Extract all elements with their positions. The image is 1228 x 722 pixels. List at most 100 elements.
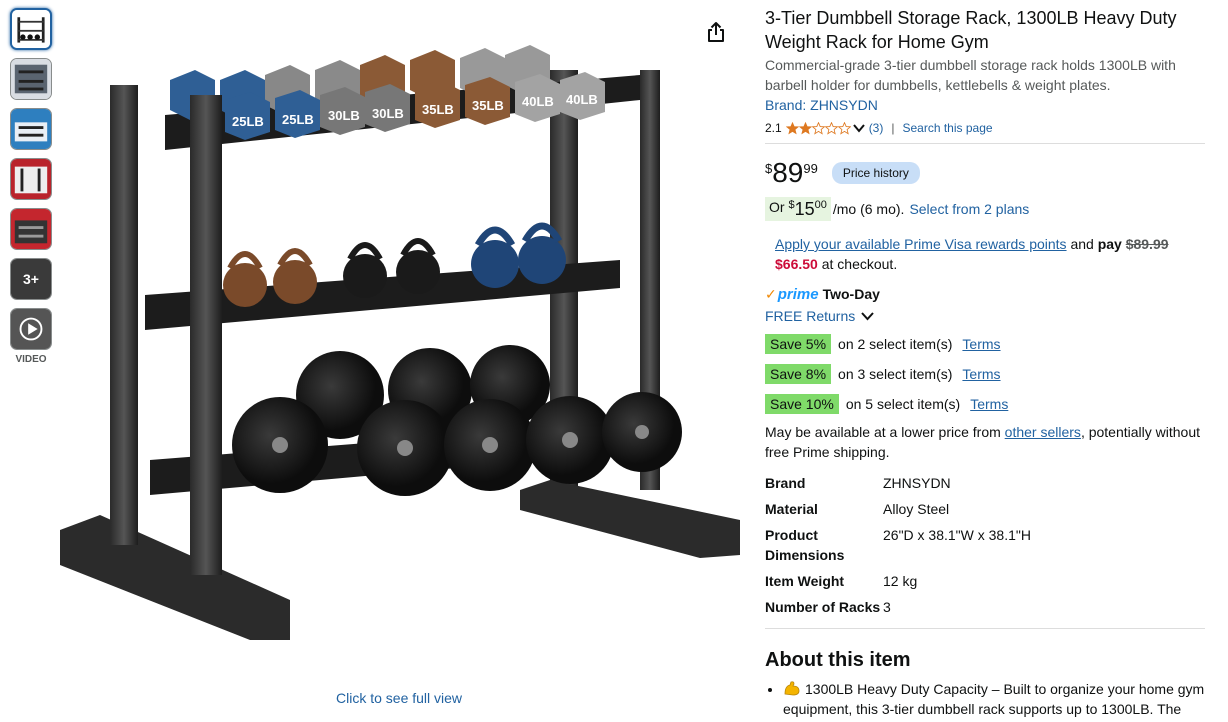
save-badge: Save 8% (765, 364, 832, 384)
dumbbell-label: 35LB (472, 98, 504, 113)
thumbnail-3[interactable] (10, 108, 52, 150)
star-empty-icon (837, 121, 851, 135)
thumbnail-strip: 3+ VIDEO (10, 8, 54, 365)
spec-key: Material (765, 501, 818, 517)
chevron-down-icon (852, 124, 865, 133)
rack-image-icon (11, 209, 51, 249)
save-badge: Save 10% (765, 394, 839, 414)
savings-offer: Save 8% on 3 select item(s) Terms (765, 362, 1205, 386)
divider (765, 143, 1205, 144)
visa-new-price: $66.50 (775, 256, 818, 272)
about-list: 1300LB Heavy Duty Capacity – Built to or… (765, 679, 1205, 722)
prime-logo: ✓ prime (765, 286, 819, 303)
spec-key: Brand (765, 475, 806, 491)
dumbbell-label: 40LB (566, 92, 598, 107)
separator: | (891, 121, 895, 135)
spec-value: 26"D x 38.1"W x 38.1"H (883, 527, 1031, 543)
spec-table: Brand ZHNSYDN Material Alloy Steel Product… (765, 470, 1031, 620)
price-fraction: 99 (803, 161, 818, 176)
rating-stars[interactable] (785, 121, 869, 135)
save-text: on 2 select item(s) (838, 336, 953, 352)
rating-value: 2.1 (765, 121, 782, 135)
free-returns-link[interactable]: FREE Returns (765, 308, 855, 324)
thumbnail-5[interactable] (10, 208, 52, 250)
monthly-fraction: 00 (814, 199, 827, 211)
monthly-price: Or $15 00 (765, 197, 831, 221)
monthly-suffix: /mo (6 mo). (832, 201, 905, 217)
product-title: 3-Tier Dumbbell Storage Rack, 1300LB Hea… (765, 8, 1177, 52)
star-empty-icon (811, 121, 825, 135)
spec-row: Product Dimensions 26"D x 38.1"W x 38.1"H (765, 522, 1031, 568)
other-sellers-link[interactable]: other sellers (1005, 424, 1081, 440)
spec-value: 3 (883, 599, 891, 615)
rating-count-link[interactable]: (3) (869, 121, 884, 135)
product-subtitle: Commercial-grade 3-tier dumbbell storage… (765, 57, 1176, 93)
price-symbol: $ (765, 161, 773, 176)
rack-image-icon (11, 59, 51, 99)
brand-link[interactable]: Brand: ZHNSYDN (765, 95, 1205, 115)
lower-price-note: May be available at a lower price from o… (765, 422, 1205, 462)
spec-key: Number of Racks (765, 599, 881, 615)
two-day-label: Two-Day (822, 286, 880, 302)
prime-word: prime (777, 285, 819, 303)
more-images-count: 3+ (23, 271, 39, 287)
spec-key: Product Dimensions (765, 527, 845, 563)
terms-link[interactable]: Terms (962, 336, 1000, 352)
lower-price-before: May be available at a lower price from (765, 424, 1001, 440)
select-plans-link[interactable]: Select from 2 plans (909, 201, 1029, 217)
chevron-down-icon (861, 312, 874, 321)
spec-value: Alloy Steel (883, 501, 950, 517)
prime-visa-link[interactable]: Apply your available Prime Visa rewards … (775, 236, 1067, 252)
thumbnail-more[interactable]: 3+ (10, 258, 52, 300)
prime-delivery: ✓ prime Two-Day (765, 284, 1205, 304)
save-text: on 3 select item(s) (838, 366, 953, 382)
terms-link[interactable]: Terms (962, 366, 1000, 382)
price-whole: 89 (772, 157, 804, 188)
star-full-icon (798, 121, 812, 134)
visa-and: and (1070, 236, 1094, 252)
visa-pay: pay (1097, 236, 1122, 252)
spec-row: Material Alloy Steel (765, 496, 1031, 522)
monthly-whole: 15 (794, 199, 815, 219)
terms-link[interactable]: Terms (970, 396, 1008, 412)
divider (765, 628, 1205, 629)
dumbbell-label: 35LB (422, 102, 454, 117)
visa-old-price: $89.99 (1125, 236, 1169, 252)
dumbbell-label: 25LB (232, 114, 264, 129)
dumbbell-label: 40LB (522, 94, 554, 109)
prime-check-icon: ✓ (765, 285, 777, 302)
spec-row: Number of Racks 3 (765, 594, 1031, 620)
video-label: VIDEO (15, 354, 47, 365)
main-product-image[interactable]: 25LB 25LB 30LB 30LB 35LB 35LB 40LB 40LB (60, 40, 740, 650)
monthly-payment-row: Or $15 00 /mo (6 mo). Select from 2 plans (765, 196, 1205, 222)
thumbnail-video[interactable] (10, 308, 52, 350)
about-bullet-text: 1300LB Heavy Duty Capacity – Built to or… (783, 681, 1205, 722)
price-history-button[interactable]: Price history (831, 162, 920, 184)
about-title: About this item (765, 649, 911, 671)
prime-visa-offer: Apply your available Prime Visa rewards … (765, 234, 1205, 274)
rack-image-icon (12, 10, 50, 48)
flexed-biceps-icon (784, 681, 800, 696)
product-details: 3-Tier Dumbbell Storage Rack, 1300LB Hea… (765, 6, 1205, 722)
monthly-prefix: Or (769, 199, 785, 215)
search-page-link[interactable]: Search this page (902, 121, 992, 135)
visa-at-checkout: at checkout. (821, 256, 898, 272)
full-view-link[interactable]: Click to see full view (336, 690, 462, 706)
thumbnail-2[interactable] (10, 58, 52, 100)
savings-offer: Save 10% on 5 select item(s) Terms (765, 392, 1205, 416)
star-full-icon (785, 121, 799, 134)
spec-key: Item Weight (765, 573, 845, 589)
savings-offer: Save 5% on 2 select item(s) Terms (765, 332, 1205, 356)
rack-image-icon (11, 109, 51, 149)
price-row: $ 89 99 Price history (765, 156, 1205, 190)
thumbnail-1[interactable] (10, 8, 52, 50)
save-badge: Save 5% (765, 334, 832, 354)
free-returns[interactable]: FREE Returns (765, 306, 1205, 326)
about-bullet: 1300LB Heavy Duty Capacity – Built to or… (783, 679, 1205, 722)
rack-image-icon (11, 159, 51, 199)
thumbnail-4[interactable] (10, 158, 52, 200)
dumbbell-label: 30LB (372, 106, 404, 121)
save-text: on 5 select item(s) (845, 396, 961, 412)
star-empty-icon (824, 121, 838, 135)
dumbbell-label: 25LB (282, 112, 314, 127)
